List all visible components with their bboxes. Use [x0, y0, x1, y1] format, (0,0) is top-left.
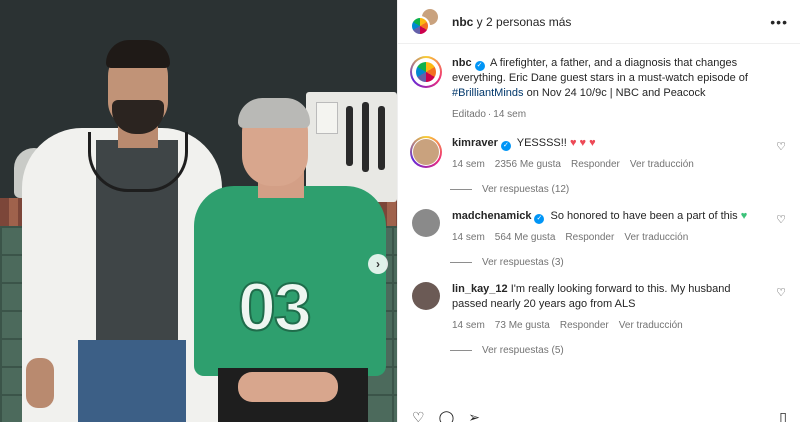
comment-text: YESSSS!! — [516, 137, 567, 149]
stethoscope — [88, 132, 188, 192]
caption-time[interactable]: 14 sem — [493, 109, 526, 120]
comment-item: lin_kay_12 I'm really looking forward to… — [410, 282, 786, 356]
translate-button[interactable]: Ver traducción — [619, 320, 683, 331]
caption-text-end: on Nov 24 10/9c | NBC and Peacock — [523, 87, 706, 99]
comment-time[interactable]: 14 sem — [452, 320, 485, 331]
comment-likes[interactable]: 564 Me gusta — [495, 232, 556, 243]
next-image-button[interactable]: › — [368, 254, 388, 274]
verified-badge-icon: ✓ — [500, 141, 511, 151]
hashtag-link[interactable]: #BrilliantMinds — [452, 87, 524, 99]
post-header: nbc y 2 personas más ••• — [398, 0, 800, 44]
caption: nbc ✓ A firefighter, a father, and a diag… — [410, 56, 786, 122]
heart-icon[interactable]: ♡ — [776, 213, 786, 226]
edited-label: Editado — [452, 109, 486, 120]
post-side-panel: nbc y 2 personas más ••• nbc ✓ A firefigh… — [397, 0, 800, 422]
avatar — [410, 15, 430, 36]
view-replies[interactable]: Ver respuestas (3) — [450, 257, 786, 268]
comment-time[interactable]: 14 sem — [452, 232, 485, 243]
caption-username[interactable]: nbc — [452, 57, 472, 69]
avatar[interactable] — [413, 139, 439, 165]
green-heart-emoji: ♥ — [740, 210, 748, 222]
verified-badge-icon: ✓ — [474, 61, 485, 71]
heart-icon[interactable]: ♡ — [776, 286, 786, 299]
post-photo[interactable]: 03 › — [0, 0, 397, 422]
comment-item: kimraver ✓ YESSSS!! ♥ ♥ ♥ 14 sem 2356 Me g… — [410, 136, 786, 195]
comment-likes[interactable]: 73 Me gusta — [495, 320, 550, 331]
comment-icon[interactable]: ◯ — [439, 410, 455, 422]
translate-button[interactable]: Ver traducción — [624, 232, 688, 243]
comment-time[interactable]: 14 sem — [452, 159, 485, 170]
comment-username[interactable]: kimraver — [452, 137, 498, 149]
avatar[interactable] — [410, 56, 442, 88]
nbc-logo-icon — [416, 62, 436, 82]
reply-button[interactable]: Responder — [565, 232, 614, 243]
heart-icon[interactable]: ♡ — [776, 140, 786, 153]
view-replies[interactable]: Ver respuestas (5) — [450, 345, 786, 356]
more-horizontal-icon[interactable]: ••• — [770, 14, 788, 30]
bookmark-icon[interactable]: ▯ — [779, 410, 787, 422]
share-icon[interactable]: ➢ — [468, 410, 480, 422]
jersey-number: 03 — [237, 268, 313, 346]
author-others[interactable]: y 2 personas más — [473, 15, 572, 29]
translate-button[interactable]: Ver traducción — [630, 159, 694, 170]
comment-item: madchenamick ✓ So honored to have been a … — [410, 209, 786, 268]
red-heart-emoji: ♥ ♥ ♥ — [569, 137, 596, 149]
avatar[interactable] — [412, 282, 440, 310]
view-replies[interactable]: Ver respuestas (12) — [450, 184, 786, 195]
caption-meta: Editado · 14 sem — [452, 109, 527, 120]
comment-likes[interactable]: 2356 Me gusta — [495, 159, 561, 170]
verified-badge-icon: ✓ — [534, 214, 545, 224]
author-username[interactable]: nbc — [452, 15, 473, 29]
comments-scroll[interactable]: nbc ✓ A firefighter, a father, and a diag… — [398, 44, 800, 356]
reply-button[interactable]: Responder — [571, 159, 620, 170]
comment-text: So honored to have been a part of this — [550, 210, 738, 222]
post-author-line[interactable]: nbc y 2 personas más — [452, 15, 571, 29]
collab-avatars[interactable] — [410, 6, 440, 37]
avatar[interactable] — [412, 209, 440, 237]
reply-button[interactable]: Responder — [560, 320, 609, 331]
heart-icon[interactable]: ♡ — [412, 410, 425, 422]
chevron-right-icon: › — [376, 257, 380, 271]
comment-username[interactable]: lin_kay_12 — [452, 283, 508, 295]
caption-text: A firefighter, a father, and a diagnosis… — [452, 57, 748, 84]
post-actions-bar: ♡ ◯ ➢ ▯ — [398, 408, 800, 422]
comment-username[interactable]: madchenamick — [452, 210, 531, 222]
